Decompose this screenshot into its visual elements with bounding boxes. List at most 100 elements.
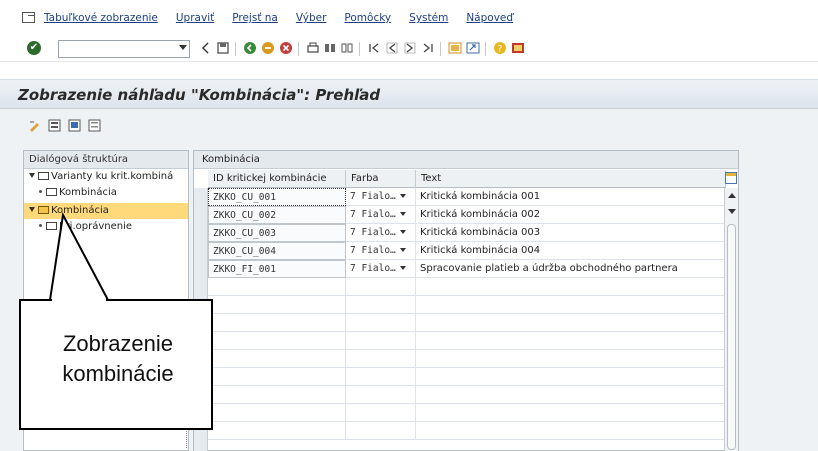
tree-node-kri-opravnenie[interactable]: Kri.oprávnenie	[39, 219, 132, 235]
cell-text[interactable]: Kritická kombinácia 003	[416, 224, 726, 242]
exit-icon[interactable]	[261, 41, 275, 55]
find-next-icon[interactable]	[340, 41, 354, 55]
cell-text[interactable]: Spracovanie platieb a údržba obchodného …	[416, 260, 726, 278]
tree-node-kombinacia-selected[interactable]: Kombinácia	[24, 203, 188, 219]
table-row[interactable]	[208, 350, 726, 368]
empty-cell[interactable]	[208, 332, 346, 350]
select-block-icon[interactable]	[68, 119, 81, 132]
save-icon[interactable]	[216, 41, 230, 55]
empty-cell[interactable]	[208, 278, 346, 296]
table-row[interactable]	[208, 404, 726, 422]
menu-system[interactable]: Systém	[409, 12, 448, 24]
dropdown-arrow-icon[interactable]	[399, 248, 406, 252]
table-row[interactable]	[208, 314, 726, 332]
next-page-icon[interactable]	[403, 41, 417, 55]
empty-cell[interactable]	[416, 278, 726, 296]
cell-farba-dropdown[interactable]: 7 Fialo…	[346, 188, 416, 206]
menu-pomocky[interactable]: Pomôcky	[344, 12, 391, 24]
table-row[interactable]: ZKKO_CU_001 7 Fialo… Kritická kombinácia 0…	[208, 188, 726, 206]
dropdown-arrow-icon[interactable]	[399, 230, 406, 234]
empty-cell[interactable]	[208, 404, 346, 422]
table-row[interactable]: ZKKO_CU_002 7 Fialo… Kritická kombinácia 0…	[208, 206, 726, 224]
previous-page-icon[interactable]	[385, 41, 399, 55]
empty-cell[interactable]	[416, 350, 726, 368]
cell-id[interactable]: ZKKO_CU_004	[208, 242, 346, 260]
empty-cell[interactable]	[346, 314, 416, 332]
empty-cell[interactable]	[208, 422, 346, 440]
find-icon[interactable]	[323, 41, 337, 55]
help-icon[interactable]: ?	[493, 41, 507, 55]
table-row[interactable]	[208, 296, 726, 314]
shortcut-icon[interactable]	[466, 41, 480, 55]
empty-cell[interactable]	[416, 404, 726, 422]
empty-cell[interactable]	[208, 314, 346, 332]
expand-icon[interactable]	[29, 173, 35, 178]
vertical-scrollbar[interactable]	[724, 188, 738, 451]
table-row[interactable]: ZKKO_CU_004 7 Fialo… Kritická kombinácia 0…	[208, 242, 726, 260]
enter-check-icon[interactable]: ✔	[27, 41, 41, 55]
table-row[interactable]	[208, 332, 726, 350]
menu-upravit[interactable]: Upraviť	[176, 12, 214, 24]
table-row[interactable]: ZKKO_FI_001 7 Fialo… Spracovanie platieb a…	[208, 260, 726, 278]
deselect-all-icon[interactable]	[88, 119, 101, 132]
empty-cell[interactable]	[346, 350, 416, 368]
cancel-icon[interactable]	[279, 41, 293, 55]
empty-cell[interactable]	[208, 386, 346, 404]
empty-cell[interactable]	[416, 386, 726, 404]
column-header-text[interactable]: Text	[416, 170, 726, 188]
menu-prejst-na[interactable]: Prejsť na	[232, 12, 278, 24]
empty-cell[interactable]	[346, 422, 416, 440]
table-row[interactable]: ZKKO_CU_003 7 Fialo… Kritická kombinácia 0…	[208, 224, 726, 242]
scroll-up-icon[interactable]	[728, 193, 736, 198]
table-row[interactable]	[208, 386, 726, 404]
column-header-id[interactable]: ID kritickej kombinácie	[208, 170, 346, 188]
cell-farba-dropdown[interactable]: 7 Fialo…	[346, 242, 416, 260]
empty-cell[interactable]	[208, 296, 346, 314]
empty-cell[interactable]	[346, 332, 416, 350]
menu-napoved[interactable]: Nápoveď	[466, 12, 513, 24]
command-dropdown-icon[interactable]	[179, 45, 187, 50]
cell-farba-dropdown[interactable]: 7 Fialo…	[346, 224, 416, 242]
display-change-icon[interactable]	[28, 119, 41, 132]
tree-node-kombinacia-child[interactable]: Kombinácia	[39, 185, 117, 201]
table-row[interactable]	[208, 422, 726, 440]
cell-text[interactable]: Kritická kombinácia 001	[416, 188, 726, 206]
empty-cell[interactable]	[416, 314, 726, 332]
expand-icon[interactable]	[29, 207, 35, 212]
cell-id[interactable]: ZKKO_CU_002	[208, 206, 346, 224]
dropdown-arrow-icon[interactable]	[399, 266, 406, 270]
empty-cell[interactable]	[208, 350, 346, 368]
create-session-icon[interactable]	[448, 41, 462, 55]
layout-icon[interactable]	[511, 41, 525, 55]
cell-text[interactable]: Kritická kombinácia 002	[416, 206, 726, 224]
last-page-icon[interactable]	[421, 41, 435, 55]
back-icon[interactable]	[199, 41, 213, 55]
back-green-icon[interactable]	[243, 41, 257, 55]
empty-cell[interactable]	[346, 368, 416, 386]
table-row[interactable]	[208, 278, 726, 296]
cell-farba-dropdown[interactable]: 7 Fialo…	[346, 260, 416, 278]
table-settings-icon[interactable]	[725, 172, 737, 184]
empty-cell[interactable]	[416, 422, 726, 440]
first-page-icon[interactable]	[367, 41, 381, 55]
tree-node-varianty[interactable]: Varianty ku krit.kombiná	[29, 169, 173, 185]
dropdown-arrow-icon[interactable]	[399, 194, 406, 198]
empty-cell[interactable]	[346, 386, 416, 404]
print-icon[interactable]	[306, 41, 320, 55]
menu-tabulkove-zobrazenie[interactable]: Tabuľkové zobrazenie	[44, 12, 158, 24]
empty-cell[interactable]	[346, 404, 416, 422]
menu-vyber[interactable]: Výber	[296, 12, 327, 24]
menu-toggle-icon[interactable]	[22, 12, 35, 23]
empty-cell[interactable]	[416, 296, 726, 314]
column-header-farba[interactable]: Farba	[346, 170, 416, 188]
dropdown-arrow-icon[interactable]	[399, 212, 406, 216]
empty-cell[interactable]	[416, 368, 726, 386]
cell-id[interactable]: ZKKO_CU_001	[208, 188, 346, 206]
empty-cell[interactable]	[346, 296, 416, 314]
command-field[interactable]	[58, 40, 190, 58]
scroll-down-icon[interactable]	[728, 209, 736, 214]
cell-id[interactable]: ZKKO_FI_001	[208, 260, 346, 278]
cell-id[interactable]: ZKKO_CU_003	[208, 224, 346, 242]
empty-cell[interactable]	[208, 368, 346, 386]
empty-cell[interactable]	[346, 278, 416, 296]
